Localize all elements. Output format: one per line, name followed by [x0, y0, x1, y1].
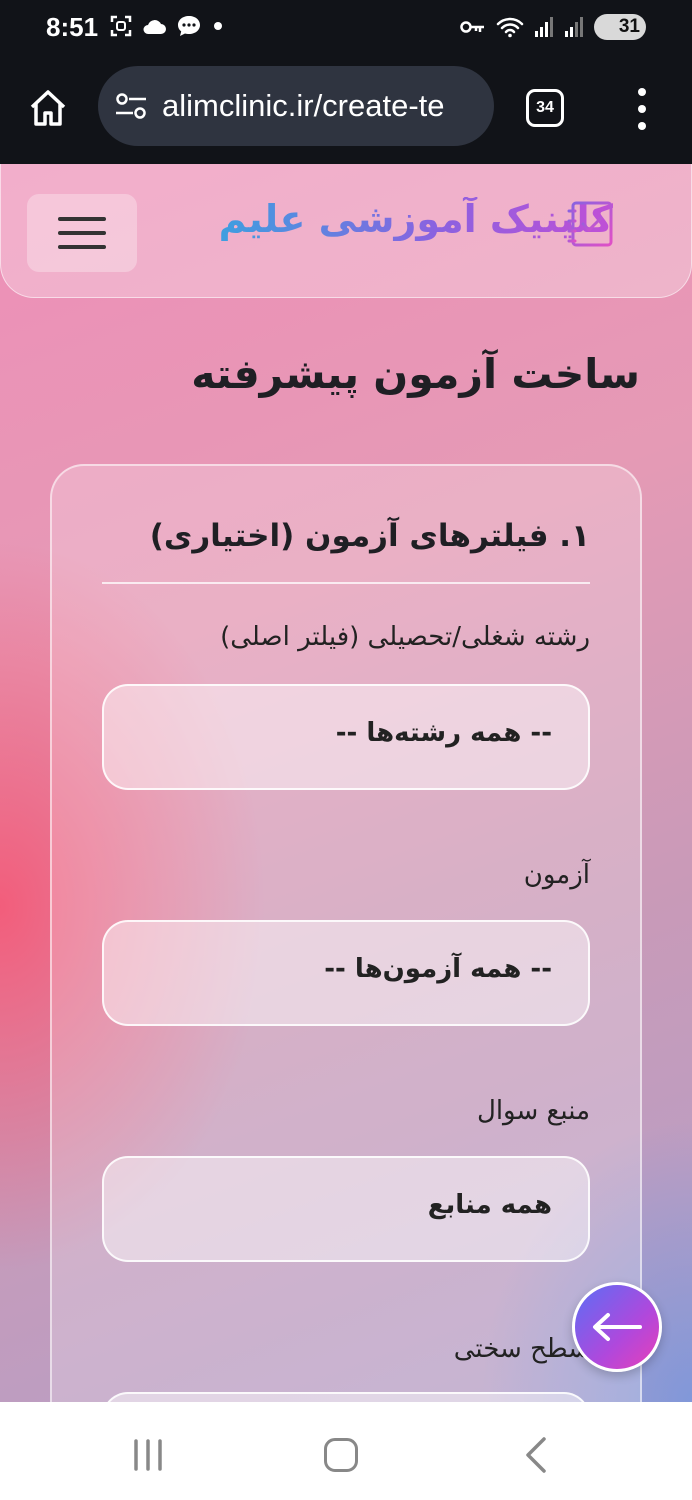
- exam-select-value: -- همه آزمون‌ها --: [324, 954, 552, 984]
- home-icon[interactable]: [26, 86, 70, 130]
- key-icon: [460, 21, 484, 33]
- major-select-value: -- همه رشته‌ها --: [335, 718, 552, 748]
- divider: [102, 582, 590, 584]
- url-text[interactable]: alimclinic.ir/create-te: [162, 88, 445, 124]
- back-fab[interactable]: [572, 1282, 662, 1372]
- back-icon[interactable]: [520, 1436, 550, 1474]
- site-header: کلینیک آموزشی علیم: [0, 164, 692, 298]
- field-label-exam: آزمون: [523, 860, 590, 890]
- page-content: کلینیک آموزشی علیم ساخت آزمون پیشرفته ۱.…: [0, 164, 692, 1402]
- field-label-major: رشته شغلی/تحصیلی (فیلتر اصلی): [220, 622, 590, 652]
- status-bar: 8:51 31: [0, 0, 692, 56]
- source-select[interactable]: همه منابع: [102, 1156, 590, 1262]
- field-label-difficulty: سطح سختی: [453, 1334, 590, 1364]
- screenshot-icon: [110, 15, 132, 37]
- recents-icon[interactable]: [130, 1438, 166, 1472]
- status-time: 8:51: [46, 12, 99, 42]
- major-select[interactable]: -- همه رشته‌ها --: [102, 684, 590, 790]
- status-icons-right: 31: [460, 14, 646, 40]
- browser-toolbar: alimclinic.ir/create-te 34: [0, 56, 692, 164]
- signal-icon: [535, 17, 553, 37]
- exam-select[interactable]: -- همه آزمون‌ها --: [102, 920, 590, 1026]
- page-title: ساخت آزمون پیشرفته: [191, 350, 640, 398]
- source-select-value: همه منابع: [427, 1190, 552, 1220]
- address-bar[interactable]: alimclinic.ir/create-te: [98, 66, 494, 146]
- chat-icon: [178, 16, 200, 36]
- section-title: ۱. فیلترهای آزمون (اختیاری): [149, 518, 590, 554]
- cloud-icon: [143, 20, 166, 34]
- home-icon[interactable]: [324, 1438, 358, 1472]
- wifi-icon: [496, 17, 524, 38]
- checklist-icon: [567, 201, 613, 247]
- system-nav-bar: [0, 1402, 692, 1500]
- field-label-source: منبع سوال: [476, 1096, 590, 1126]
- battery-icon: 31: [594, 14, 646, 40]
- arrow-left-icon: [593, 1313, 642, 1341]
- tune-icon[interactable]: [114, 91, 148, 121]
- signal-icon-2: [565, 17, 583, 37]
- menu-button[interactable]: [27, 194, 137, 272]
- difficulty-select[interactable]: [102, 1392, 590, 1402]
- brand-name[interactable]: کلینیک آموزشی علیم: [219, 197, 613, 241]
- status-icons-left: [110, 14, 224, 38]
- tabs-button[interactable]: 34: [526, 89, 564, 127]
- more-vert-icon[interactable]: [632, 88, 652, 130]
- dot-icon: [214, 22, 222, 30]
- filters-card: ۱. فیلترهای آزمون (اختیاری) رشته شغلی/تح…: [50, 464, 642, 1402]
